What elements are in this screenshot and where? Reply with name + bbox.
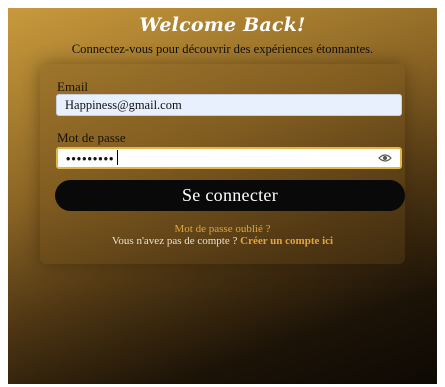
text-cursor [117, 150, 118, 165]
login-page: Welcome Back! Connectez-vous pour découv… [0, 0, 445, 387]
email-label: Email [57, 79, 89, 94]
signup-prompt: Vous n'avez pas de compte ? Créer un com… [0, 235, 445, 247]
page-title: Welcome Back! [139, 14, 306, 36]
eye-icon[interactable] [378, 153, 392, 163]
page-subtitle: Connectez-vous pour découvrir des expéri… [71, 42, 374, 56]
email-field[interactable]: Happiness@gmail.com [56, 94, 402, 116]
signup-link[interactable]: Créer un compte ici [240, 235, 333, 247]
no-account-text: Vous n'avez pas de compte ? [111, 235, 238, 247]
password-field[interactable]: ••••••••• [56, 147, 402, 169]
login-button[interactable]: Se connecter [55, 180, 405, 211]
password-label: Mot de passe [57, 130, 126, 145]
forgot-password-link[interactable]: Mot de passe oublié ? [0, 223, 445, 235]
